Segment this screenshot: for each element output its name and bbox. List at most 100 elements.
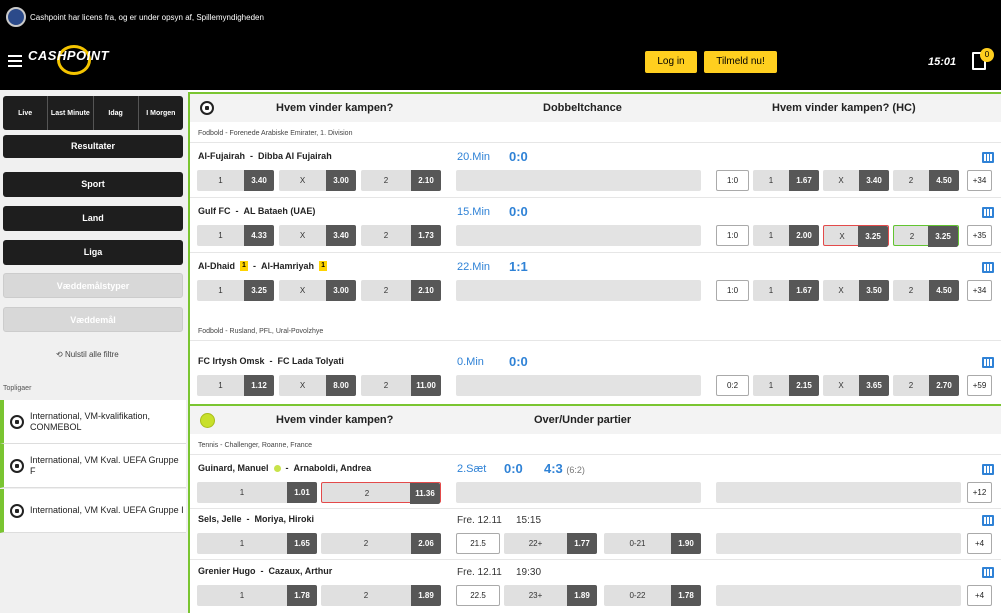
odd-button-away[interactable]: 2 11.00 [361,375,441,396]
stats-icon[interactable] [982,262,994,273]
hc-odd-home[interactable]: 1 2.15 [753,375,819,396]
tab-today[interactable]: Idag [94,96,139,130]
odd-label: 2 [383,231,389,240]
match-teams[interactable]: Sels, Jelle - Moriya, Hiroki [198,514,314,524]
odd-button-away[interactable]: 2 2.10 [361,280,441,301]
odd-value: 4.33 [244,225,274,246]
hc-odd-home[interactable]: 1 1.67 [753,280,819,301]
hc-odd-away[interactable]: 2 3.25 [893,225,959,247]
divider [190,197,1001,198]
filter-league[interactable]: Liga [3,240,183,265]
odd-value: 1.73 [411,225,441,246]
odd-button-draw[interactable]: X 3.00 [279,280,356,301]
match-teams[interactable]: Grenier Hugo - Cazaux, Arthur [198,566,332,576]
hc-odd-draw[interactable]: X 3.40 [823,170,889,191]
main-content: Hvem vinder kampen? Dobbeltchance Hvem v… [188,90,1001,613]
more-markets-button[interactable]: +4 [967,585,992,606]
odd-label: 2 [383,176,389,185]
tab-last-minute[interactable]: Last Minute [48,96,94,130]
stats-icon[interactable] [982,567,994,578]
col-header-winner: Hvem vinder kampen? [276,414,394,426]
odd-button-away[interactable]: 2 2.06 [321,533,441,554]
away-team: Moriya, Hiroki [254,514,315,524]
under-odd-button[interactable]: 0-22 1.78 [604,585,701,606]
over-odd-button[interactable]: 23+ 1.89 [504,585,597,606]
stats-icon[interactable] [982,152,994,163]
handicap-line: 1:0 [716,280,749,301]
odd-value: 1.89 [567,585,597,606]
match-teams[interactable]: Guinard, Manuel - Arnaboldi, Andrea [198,463,371,473]
odd-button-home[interactable]: 1 1.65 [197,533,317,554]
divider [190,508,1001,509]
hc-odd-draw[interactable]: X 3.65 [823,375,889,396]
logo[interactable]: CASHPOINT [28,48,109,63]
hc-odd-draw[interactable]: X 3.50 [823,280,889,301]
odd-button-away[interactable]: 2 2.10 [361,170,441,191]
away-team: Cazaux, Arthur [268,566,333,576]
match-teams[interactable]: Gulf FC - AL Bataeh (UAE) [198,206,315,216]
over-odd-button[interactable]: 22+ 1.77 [504,533,597,554]
odd-value: 1.65 [287,533,317,554]
stats-icon[interactable] [982,515,994,526]
top-league-item[interactable]: International, VM Kval. UEFA Gruppe F [0,444,186,488]
match-teams[interactable]: Al-Dhaid 1- Al-Hamriyah 1 [198,261,328,271]
odd-button-home[interactable]: 1 3.25 [197,280,274,301]
odd-button-draw[interactable]: X 3.40 [279,225,356,246]
match-time: 15.Min [457,206,491,218]
hc-odd-home[interactable]: 1 1.67 [753,170,819,191]
more-markets-button[interactable]: +34 [967,280,992,301]
stats-icon[interactable] [982,357,994,368]
more-markets-button[interactable]: +35 [967,225,992,246]
odd-label: 2 [363,591,369,600]
under-odd-button[interactable]: 0-21 1.90 [604,533,701,554]
filter-bet-types[interactable]: Væddemålstyper [3,273,183,298]
home-team: Gulf FC [198,206,231,216]
odd-button-away[interactable]: 2 11.36 [321,482,441,504]
reset-filters-link[interactable]: ⟲ Nulstil alle filtre [56,350,119,359]
filter-sport[interactable]: Sport [3,172,183,197]
results-button[interactable]: Resultater [3,135,183,158]
tennis-header: Hvem vinder kampen? Over/Under partier [190,406,1001,434]
market-empty [716,533,961,554]
stats-icon[interactable] [982,464,994,475]
more-markets-button[interactable]: +4 [967,533,992,554]
odd-button-draw[interactable]: X 3.00 [279,170,356,191]
hc-odd-home[interactable]: 1 2.00 [753,225,819,246]
menu-icon[interactable] [8,55,22,67]
odd-button-home[interactable]: 1 1.01 [197,482,317,503]
signup-button[interactable]: Tilmeld nu! [704,51,777,73]
odd-button-home[interactable]: 1 3.40 [197,170,274,191]
odd-button-away[interactable]: 2 1.89 [321,585,441,606]
odd-value: 3.40 [859,170,889,191]
odd-button-home[interactable]: 1 1.12 [197,375,274,396]
filter-country[interactable]: Land [3,206,183,231]
odd-label: X [838,286,844,295]
odd-value: 1.67 [789,170,819,191]
odd-button-home[interactable]: 1 1.78 [197,585,317,606]
tab-tomorrow[interactable]: I Morgen [139,96,183,130]
more-markets-button[interactable]: +12 [967,482,992,503]
odd-button-away[interactable]: 2 1.73 [361,225,441,246]
hc-odd-away[interactable]: 2 2.70 [893,375,959,396]
more-markets-button[interactable]: +59 [967,375,992,396]
tab-live[interactable]: Live [3,96,49,130]
odd-button-home[interactable]: 1 4.33 [197,225,274,246]
odd-label: 1 [218,381,223,390]
hc-odd-away[interactable]: 2 4.50 [893,280,959,301]
stats-icon[interactable] [982,207,994,218]
hc-odd-draw[interactable]: X 3.25 [823,225,889,247]
market-empty [716,482,961,503]
spillemyndigheden-seal-icon[interactable] [6,7,26,27]
top-league-item[interactable]: International, VM-kvalifikation, CONMEBO… [0,400,186,444]
hc-odd-away[interactable]: 2 4.50 [893,170,959,191]
match-teams[interactable]: FC Irtysh Omsk - FC Lada Tolyati [198,356,344,366]
more-markets-button[interactable]: +34 [967,170,992,191]
top-league-item[interactable]: International, VM Kval. UEFA Gruppe I [0,489,186,533]
odd-value: 2.70 [929,375,959,396]
login-button[interactable]: Log in [645,51,697,73]
match-teams[interactable]: Al-Fujairah - Dibba Al Fujairah [198,151,332,161]
filter-bets[interactable]: Væddemål [3,307,183,332]
double-chance-empty [456,280,701,301]
odd-label: X [299,231,306,240]
odd-button-draw[interactable]: X 8.00 [279,375,356,396]
